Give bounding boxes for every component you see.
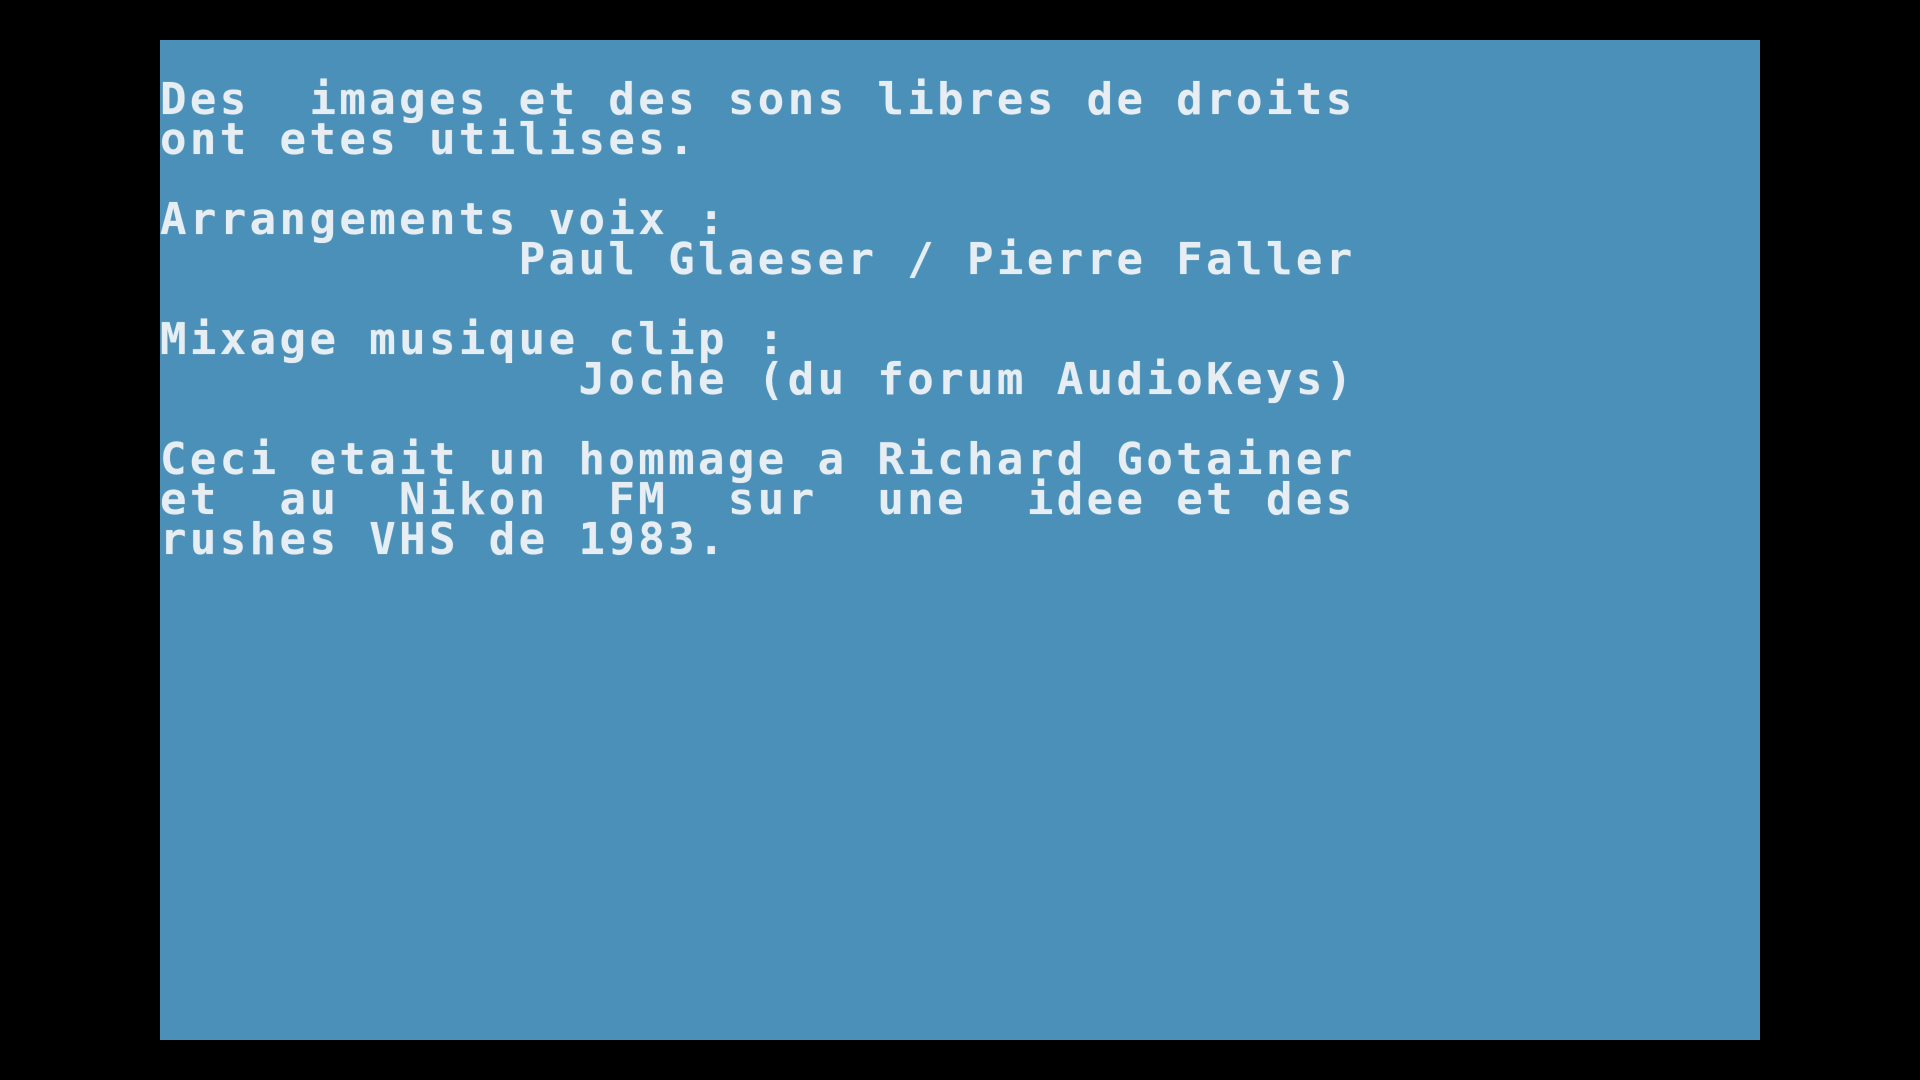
credits-line-voice-arrangement-names: Paul Glaeser / Pierre Faller — [160, 234, 1356, 285]
credits-line-free-assets-cont: ont etes utilises. — [160, 114, 699, 165]
credits-line-tribute-end: rushes VHS de 1983. — [160, 514, 728, 565]
credits-line-music-mix-name: Joche (du forum AudioKeys) — [160, 354, 1356, 405]
game-screen: Des images et des sons libres de droits … — [160, 40, 1760, 1040]
screen-border: Des images et des sons libres de droits … — [0, 0, 1920, 1080]
credits-text: Des images et des sons libres de droits … — [160, 40, 1760, 1040]
